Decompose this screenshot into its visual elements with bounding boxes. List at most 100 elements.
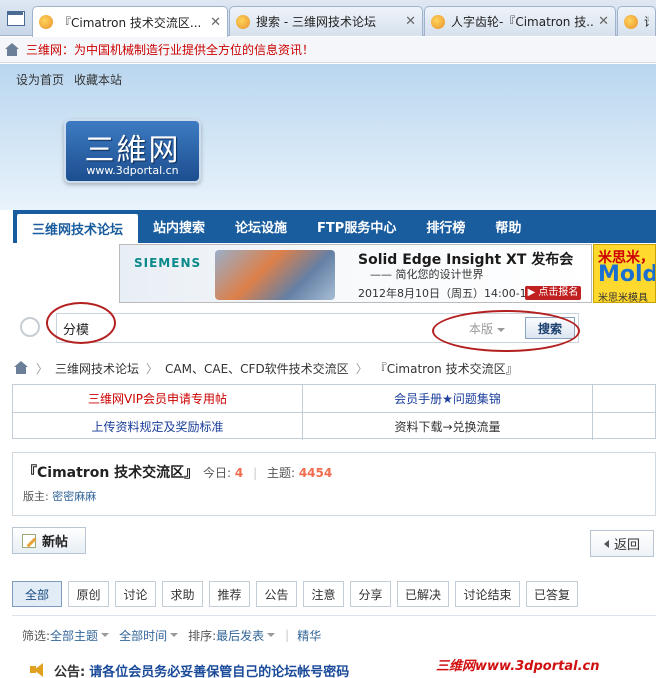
filter-bar: 筛选: 全部主题 全部时间 排序: 最后发表 | 精华 — [22, 627, 321, 643]
today-label: 今日: — [203, 466, 232, 480]
member-manual-link[interactable]: 会员手册★问题集锦 — [303, 385, 593, 412]
banner2-line2: Mold — [598, 262, 656, 287]
sort-select[interactable]: 最后发表 — [216, 627, 264, 644]
upload-rules-link[interactable]: 上传资料规定及奖励标准 — [13, 413, 303, 440]
link-cell-empty — [593, 385, 655, 412]
banner-subline: —— 简化您的设计世界 — [370, 268, 484, 281]
close-tab-icon[interactable]: ✕ — [405, 14, 416, 29]
nav-item-ftp[interactable]: FTP服务中心 — [302, 210, 411, 243]
stats-separator: | — [253, 466, 258, 480]
announcement-link[interactable]: 请各位会员务必妥善保管自己的论坛帐号密码 — [89, 661, 349, 678]
logo-url: www.3dportal.cn — [86, 164, 179, 177]
forum-stats: 今日: 4 | 主题: 4454 — [203, 464, 332, 481]
digest-filter-link[interactable]: 精华 — [297, 627, 321, 644]
banner2-line3: 米思米模具 — [598, 293, 648, 303]
megaphone-icon — [30, 663, 46, 677]
sort-label: 排序: — [188, 628, 217, 643]
search-icon — [20, 317, 40, 337]
watermark: 三维网www.3dportal.cn — [436, 659, 600, 674]
today-count: 4 — [234, 466, 244, 480]
topics-count: 4454 — [298, 466, 333, 480]
tab-notice[interactable]: 注意 — [303, 581, 344, 607]
breadcrumb-item-category[interactable]: CAM、CAE、CFD软件技术交流区 — [165, 360, 349, 377]
breadcrumb-item-forum[interactable]: 三维网技术论坛 — [55, 360, 139, 377]
browser-tab-4[interactable]: 请 — [617, 6, 656, 36]
thread-type-tabs: 全部 原创 讨论 求助 推荐 公告 注意 分享 已解决 讨论结束 已答复 — [12, 581, 656, 607]
vip-apply-link[interactable]: 三维网VIP会员申请专用帖 — [13, 385, 303, 412]
tab-original[interactable]: 原创 — [68, 581, 109, 607]
back-button[interactable]: 返回 — [590, 530, 654, 557]
pencil-icon — [22, 533, 36, 548]
new-post-label: 新帖 — [42, 535, 69, 550]
favicon-icon — [431, 14, 445, 29]
chevron-down-icon — [267, 633, 276, 637]
tab-discussion[interactable]: 讨论 — [115, 581, 156, 607]
home-icon — [4, 42, 20, 57]
back-label: 返回 — [613, 538, 640, 553]
nav-item-search[interactable]: 站内搜索 — [138, 210, 220, 243]
top-links: 设为首页 收藏本站 — [16, 71, 122, 88]
site-logo[interactable]: 三維网 www.3dportal.cn — [64, 119, 201, 183]
divider — [12, 615, 656, 616]
filter-label: 筛选: — [22, 628, 51, 643]
filter-time-select[interactable]: 全部时间 — [119, 627, 167, 644]
chevron-left-icon — [603, 539, 609, 548]
new-post-button[interactable]: 新帖 — [12, 527, 86, 554]
tab-announcement[interactable]: 公告 — [256, 581, 297, 607]
info-bar: 三维网：为中国机械制造行业提供全方位的信息资讯！ — [0, 37, 656, 63]
link-cell-empty — [593, 413, 655, 440]
filter-theme-select[interactable]: 全部主题 — [50, 627, 98, 644]
browser-tab-3[interactable]: 人字齿轮-『Cimatron 技... ✕ — [424, 6, 616, 36]
breadcrumb-separator: 〉 — [146, 361, 159, 376]
tab-title: 请 — [644, 13, 649, 30]
page-header: 设为首页 收藏本站 三維网 www.3dportal.cn — [0, 64, 656, 210]
search-input[interactable] — [63, 318, 443, 338]
tab-help[interactable]: 求助 — [162, 581, 203, 607]
filter-separator: | — [285, 628, 290, 642]
breadcrumb-separator: 〉 — [36, 361, 49, 376]
banner-brand: SIEMENS — [134, 256, 202, 270]
highlight-circle — [432, 310, 580, 352]
tab-all[interactable]: 全部 — [12, 581, 62, 607]
tab-recommend[interactable]: 推荐 — [209, 581, 250, 607]
notice-link-table: 三维网VIP会员申请专用帖 会员手册★问题集锦 上传资料规定及奖励标准 资料下载… — [12, 384, 656, 440]
banner-graphic — [215, 250, 335, 300]
tab-title: 人字齿轮-『Cimatron 技... — [451, 15, 595, 29]
breadcrumb-separator: 〉 — [355, 361, 368, 376]
tab-share[interactable]: 分享 — [350, 581, 391, 607]
banner-register-button[interactable]: ▶ 点击报名 — [525, 286, 581, 300]
moderator-line: 版主: 密密麻麻 — [23, 488, 96, 504]
tab-list-icon[interactable] — [4, 8, 26, 28]
topics-label: 主题: — [266, 466, 295, 480]
browser-tab-2[interactable]: 搜索 - 三维网技术论坛 ✕ — [229, 6, 423, 36]
info-message: 三维网：为中国机械制造行业提供全方位的信息资讯！ — [26, 43, 315, 57]
nav-item-facilities[interactable]: 论坛设施 — [220, 210, 302, 243]
favicon-icon — [39, 15, 53, 29]
favicon-icon — [236, 14, 250, 29]
home-icon[interactable] — [13, 361, 29, 375]
ad-banner[interactable]: SIEMENS Solid Edge Insight XT 发布会 —— 简化您… — [119, 244, 592, 303]
nav-item-ranking[interactable]: 排行榜 — [411, 210, 480, 243]
banner-date: 2012年8月10日（周五）14:00-16:00 — [358, 287, 552, 300]
browser-tab-1[interactable]: 『Cimatron 技术交流区... ✕ — [32, 6, 228, 37]
tab-title: 『Cimatron 技术交流区... — [59, 15, 202, 30]
breadcrumb: 〉 三维网技术论坛 〉 CAM、CAE、CFD软件技术交流区 〉 『Cimatr… — [13, 360, 518, 376]
tab-solved[interactable]: 已解决 — [397, 581, 449, 607]
favicon-icon — [624, 14, 638, 29]
close-tab-icon[interactable]: ✕ — [598, 14, 609, 29]
breadcrumb-item-current[interactable]: 『Cimatron 技术交流区』 — [375, 360, 518, 377]
tab-title: 搜索 - 三维网技术论坛 — [256, 15, 376, 29]
set-homepage-link[interactable]: 设为首页 — [16, 71, 64, 88]
tab-answered[interactable]: 已答复 — [526, 581, 578, 607]
close-tab-icon[interactable]: ✕ — [210, 15, 221, 30]
forum-title: 『Cimatron 技术交流区』 — [23, 465, 199, 481]
announcement-label: 公告: — [54, 664, 86, 678]
nav-item-help[interactable]: 帮助 — [480, 210, 536, 243]
bookmark-link[interactable]: 收藏本站 — [74, 71, 122, 88]
tab-discussion-ended[interactable]: 讨论结束 — [455, 581, 520, 607]
download-exchange-link[interactable]: 资料下载→兑换流量 — [303, 413, 593, 440]
moderator-link[interactable]: 密密麻麻 — [52, 490, 96, 503]
nav-item-forum[interactable]: 三维网技术论坛 — [17, 214, 139, 243]
forum-info-panel: 『Cimatron 技术交流区』 今日: 4 | 主题: 4454 版主: 密密… — [12, 452, 656, 516]
ad-banner-2[interactable]: 米思米， Mold 米思米模具 — [593, 244, 656, 303]
